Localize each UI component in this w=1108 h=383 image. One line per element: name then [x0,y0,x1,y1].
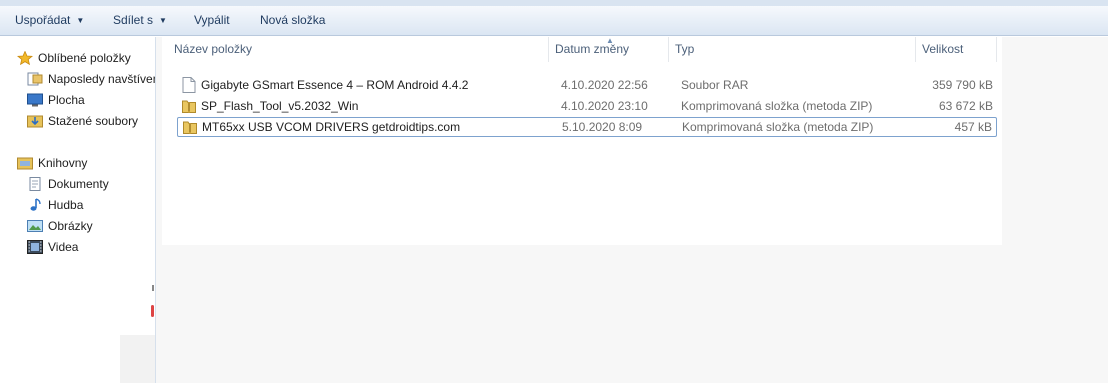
file-row-selected[interactable]: MT65xx USB VCOM DRIVERS getdroidtips.com… [177,117,997,137]
downloads-folder-icon [27,115,43,128]
desktop-icon [27,93,43,107]
navigation-pane: Oblíbené položky Naposledy navštívené Pl… [0,37,156,383]
column-header-size[interactable]: Velikost [916,37,996,62]
documents-icon [29,177,41,191]
file-name: Gigabyte GSmart Essence 4 – ROM Android … [201,78,469,92]
file-size: 457 kB [954,120,992,134]
scroll-marker [151,305,154,317]
file-row[interactable]: Gigabyte GSmart Essence 4 – ROM Android … [177,75,997,95]
scroll-marker [152,285,154,291]
chevron-down-icon: ▼ [76,16,85,25]
file-row[interactable]: SP_Flash_Tool_v5.2032_Win 4.10.2020 23:1… [177,96,997,116]
nav-item-music[interactable]: Hudba [27,195,155,215]
recent-places-icon [27,72,43,86]
command-bar: Uspořádat ▼ Sdílet s ▼ Vypálit Nová složka [0,6,1108,36]
column-header-row: Název položky ▲ Datum změny Typ Velikost [156,36,1108,63]
music-note-icon [30,198,41,211]
file-size: 63 672 kB [938,99,993,113]
column-header-type[interactable]: Typ [669,37,915,62]
nav-item-desktop[interactable]: Plocha [27,90,155,110]
file-date: 4.10.2020 22:56 [561,78,648,92]
file-type: Komprimovaná složka (metoda ZIP) [681,99,873,113]
file-list-pane: Název položky ▲ Datum změny Typ Velikost… [156,36,1108,383]
file-size: 359 790 kB [932,78,993,92]
organize-button[interactable]: Uspořádat ▼ [15,6,84,35]
file-type: Soubor RAR [681,78,749,92]
share-button[interactable]: Sdílet s ▼ [113,6,167,35]
nav-libraries[interactable]: Knihovny [17,153,155,173]
share-label: Sdílet s [113,13,154,27]
chevron-down-icon: ▼ [159,16,167,25]
new-folder-button[interactable]: Nová složka [260,6,325,35]
file-name: MT65xx USB VCOM DRIVERS getdroidtips.com [202,120,461,134]
column-header-name[interactable]: Název položky [168,37,548,62]
star-icon [17,51,33,65]
nav-item-videos[interactable]: Videa [27,237,155,257]
file-list-background [162,37,1002,245]
column-header-date[interactable]: Datum změny [549,37,668,62]
nav-item-downloads[interactable]: Stažené soubory [27,111,155,131]
nav-favorites-label: Oblíbené položky [38,51,131,65]
column-divider[interactable] [996,37,997,62]
zip-folder-icon [183,121,197,134]
nav-libraries-label: Knihovny [38,156,88,170]
file-type: Komprimovaná složka (metoda ZIP) [682,120,874,134]
nav-item-label: Hudba [48,198,84,212]
nav-item-documents[interactable]: Dokumenty [27,174,155,194]
nav-item-label: Videa [48,240,79,254]
file-name: SP_Flash_Tool_v5.2032_Win [201,99,359,113]
pictures-icon [27,220,43,232]
file-icon [182,77,196,93]
file-date: 4.10.2020 23:10 [561,99,648,113]
nav-item-pictures[interactable]: Obrázky [27,216,155,236]
nav-item-recent[interactable]: Naposledy navštívené [27,69,155,89]
file-date: 5.10.2020 8:09 [562,120,643,134]
nav-favorites[interactable]: Oblíbené položky [17,48,155,68]
organize-label: Uspořádat [15,13,71,27]
nav-item-label: Naposledy navštívené [48,72,155,86]
nav-item-label: Obrázky [48,219,93,233]
nav-item-label: Plocha [48,93,85,107]
nav-item-label: Dokumenty [48,177,109,191]
libraries-icon [17,157,33,170]
nav-pane-gap [120,335,155,383]
nav-item-label: Stažené soubory [48,114,139,128]
zip-folder-icon [182,100,196,113]
film-icon [27,240,43,254]
burn-button[interactable]: Vypálit [194,6,230,35]
